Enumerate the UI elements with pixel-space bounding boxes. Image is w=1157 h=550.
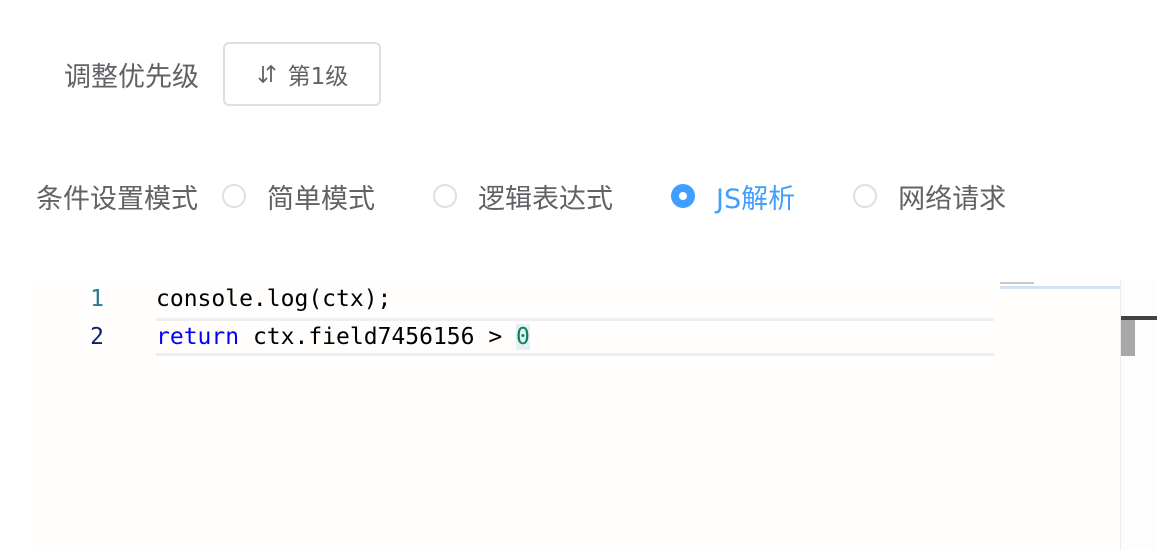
- radio-logic-expression[interactable]: 逻辑表达式: [433, 177, 613, 216]
- radio-label: 网络请求: [898, 183, 1007, 215]
- code-text: console.log(ctx);: [156, 286, 392, 312]
- radio-label: 逻辑表达式: [478, 183, 613, 215]
- priority-row: 调整优先级 第1级: [64, 42, 381, 106]
- radio-button[interactable]: [222, 184, 246, 208]
- condition-mode-row: 条件设置模式 简单模式 逻辑表达式 JS解析 网络请求: [36, 172, 1006, 220]
- radio-button[interactable]: [433, 184, 457, 208]
- priority-button[interactable]: 第1级: [223, 42, 381, 106]
- code-area[interactable]: console.log(ctx); return ctx.field745615…: [156, 280, 994, 550]
- radio-label: JS解析: [716, 183, 796, 215]
- code-line-current[interactable]: return ctx.field7456156 > 0: [156, 318, 994, 356]
- line-number-active: 2: [90, 324, 104, 350]
- code-line[interactable]: console.log(ctx);: [156, 280, 994, 318]
- editor-scrollbar[interactable]: [1120, 280, 1157, 550]
- code-editor[interactable]: 1 2 console.log(ctx); return ctx.field74…: [32, 280, 1157, 550]
- line-number: 1: [90, 286, 104, 312]
- scrollbar-thumb[interactable]: [1121, 320, 1135, 356]
- radio-network-request[interactable]: 网络请求: [853, 177, 1006, 216]
- code-number-literal: 0: [516, 324, 530, 350]
- minimap-line-current: [1000, 286, 1120, 289]
- radio-button[interactable]: [853, 184, 878, 208]
- sort-icon: [256, 63, 278, 85]
- priority-button-label: 第1级: [287, 64, 349, 90]
- radio-simple-mode[interactable]: 简单模式: [222, 177, 375, 216]
- code-keyword: return: [156, 324, 240, 350]
- code-text: ctx.field7456156 >: [239, 324, 517, 350]
- radio-label: 简单模式: [267, 183, 375, 215]
- condition-mode-radio-group: 简单模式 逻辑表达式 JS解析 网络请求: [222, 177, 1006, 216]
- minimap-line: [1000, 282, 1034, 284]
- condition-mode-label: 条件设置模式: [36, 183, 198, 215]
- radio-button-checked[interactable]: [671, 184, 695, 208]
- priority-label: 调整优先级: [64, 61, 199, 93]
- line-number-gutter: 1 2: [32, 280, 132, 550]
- radio-js-parse[interactable]: JS解析: [671, 177, 795, 216]
- editor-minimap[interactable]: [1000, 280, 1120, 292]
